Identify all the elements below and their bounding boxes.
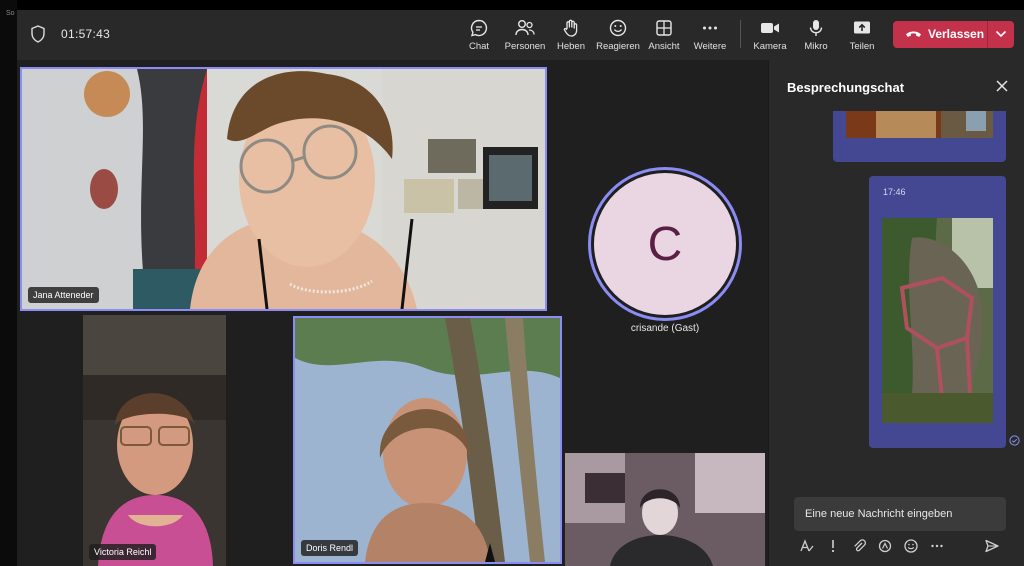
people-icon <box>515 20 535 36</box>
video-stage: Jana Atteneder Victoria Reichl Doris Ren… <box>17 60 767 566</box>
video-feed <box>295 318 560 562</box>
grid-icon <box>656 20 672 36</box>
share-button[interactable]: Teilen <box>834 16 890 56</box>
avatar-initial: C <box>647 217 683 271</box>
meeting-timer: 01:57:43 <box>61 27 111 41</box>
more-button[interactable]: Weitere <box>682 16 738 56</box>
guest-name-label: crisande (Gast) <box>630 323 700 334</box>
chat-input-placeholder: Eine neue Nachricht eingeben <box>805 508 953 520</box>
message-timestamp: 17:46 <box>883 187 906 197</box>
chat-icon <box>470 19 488 37</box>
format-icon[interactable] <box>799 538 815 554</box>
toolbar-divider <box>740 20 741 48</box>
chevron-down-icon[interactable] <box>995 30 1007 38</box>
leave-button-divider <box>987 21 988 48</box>
attach-icon[interactable] <box>851 538 867 554</box>
shield-icon[interactable] <box>30 25 46 43</box>
teams-meeting-window: 01:57:43 Chat Personen Heben Reagieren A… <box>17 10 1024 566</box>
loop-icon[interactable] <box>877 538 893 554</box>
close-icon[interactable] <box>994 78 1010 94</box>
raise-hand-icon <box>563 19 578 37</box>
smiley-icon <box>609 19 627 37</box>
os-title-strip <box>0 0 1024 10</box>
share-icon <box>854 21 870 34</box>
video-tile-victoria[interactable]: Victoria Reichl <box>83 315 226 566</box>
guest-avatar[interactable]: C <box>588 167 742 321</box>
participant-name-label: Jana Atteneder <box>28 287 99 303</box>
background-window-strip: So <box>0 0 17 566</box>
video-tile-doris[interactable]: Doris Rendl <box>293 316 562 564</box>
more-button-label: Weitere <box>693 41 727 52</box>
send-icon[interactable] <box>984 538 1000 554</box>
participant-name-label: Victoria Reichl <box>89 544 157 560</box>
chat-message-image[interactable] <box>833 111 1006 162</box>
video-feed <box>83 315 226 566</box>
more-icon <box>703 26 717 30</box>
meeting-toolbar: 01:57:43 Chat Personen Heben Reagieren A… <box>17 10 1024 60</box>
hang-up-icon <box>906 31 921 37</box>
video-feed <box>22 69 545 309</box>
background-window-glyph: So <box>6 10 15 17</box>
avatar-circle: C <box>594 173 736 315</box>
read-receipt-icon <box>1009 435 1020 446</box>
leave-button[interactable]: Verlassen <box>893 21 1014 48</box>
chat-message-input[interactable]: Eine neue Nachricht eingeben <box>794 497 1006 531</box>
video-feed <box>565 453 765 566</box>
share-button-label: Teilen <box>849 41 875 52</box>
shared-image-thumbnail[interactable] <box>846 111 993 138</box>
video-tile-jana[interactable]: Jana Atteneder <box>20 67 547 311</box>
leave-button-label: Verlassen <box>928 27 985 41</box>
camera-icon <box>761 23 779 33</box>
more-options-icon[interactable] <box>929 538 945 554</box>
important-icon[interactable] <box>825 538 841 554</box>
chat-message-image[interactable]: 17:46 <box>869 176 1006 448</box>
meeting-chat-panel: Besprechungschat 17:46 Eine neue Nachric… <box>768 60 1024 566</box>
participant-name-label: Doris Rendl <box>301 540 359 556</box>
video-tile-unnamed[interactable] <box>565 453 765 566</box>
chat-panel-title: Besprechungschat <box>787 80 905 95</box>
emoji-icon[interactable] <box>903 538 919 554</box>
shared-image-thumbnail[interactable] <box>882 218 993 423</box>
mic-icon <box>809 20 823 36</box>
